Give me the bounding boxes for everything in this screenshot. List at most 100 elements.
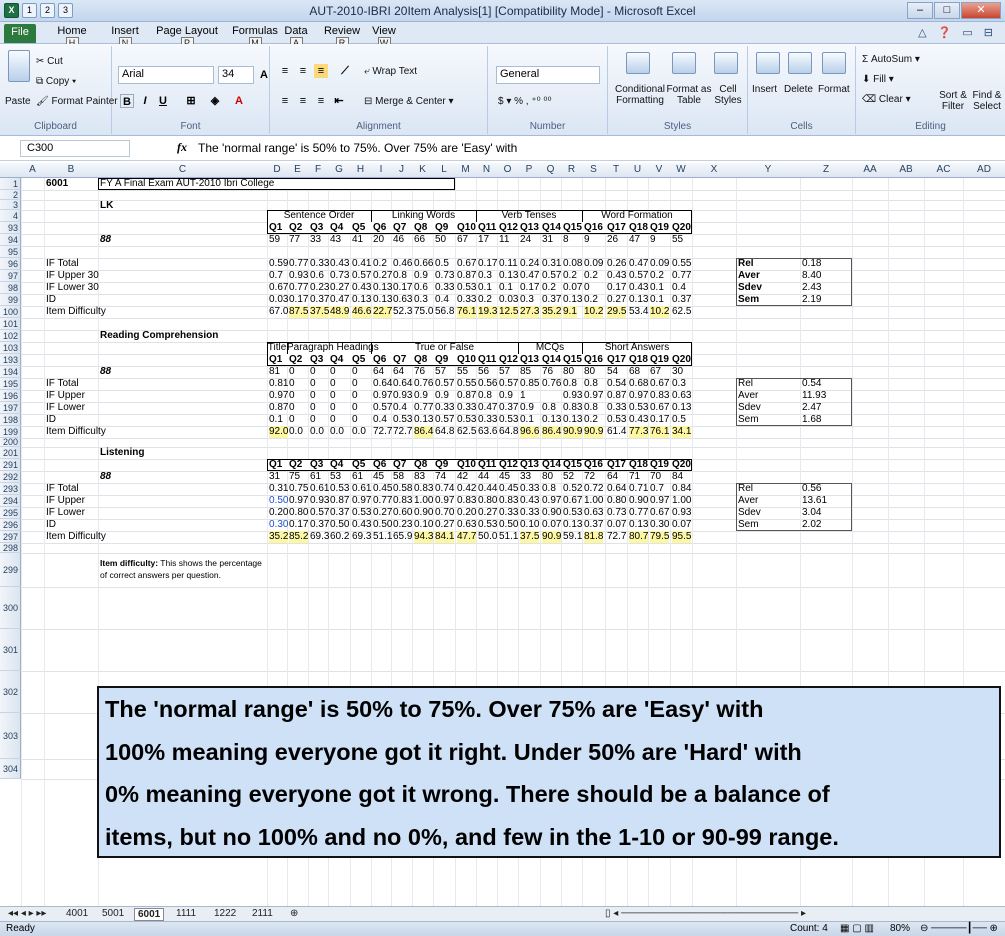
if-lower-value[interactable]: 0.93 (672, 507, 691, 519)
if-total-value[interactable]: 0.67 (650, 378, 669, 390)
cell-styles-button[interactable]: Cell Styles (712, 84, 744, 106)
difficulty-value[interactable]: 9.1 (563, 306, 577, 318)
group-header[interactable]: True or False (371, 342, 518, 354)
if-upper-value[interactable]: 0.77 (373, 495, 392, 507)
difficulty-value[interactable]: 84.1 (435, 531, 455, 543)
sheet-tab-1111[interactable]: 1111 (176, 908, 196, 919)
correct-count[interactable]: 59 (269, 234, 280, 246)
difficulty-value[interactable]: 67.0 (269, 306, 288, 318)
correct-count[interactable]: 0 (330, 366, 336, 378)
id-value[interactable]: 0.17 (289, 519, 308, 531)
id-value[interactable]: 0.10 (414, 519, 433, 531)
if-lower-value[interactable]: 0.83 (563, 402, 582, 414)
row-header[interactable]: 300 (0, 587, 21, 629)
row-label[interactable]: IF Upper (46, 390, 85, 402)
merge-center-button[interactable]: ⊟ Merge & Center ▾ (364, 96, 454, 107)
if-lower-value[interactable]: 0.6 (414, 282, 428, 294)
question-header[interactable]: Q7 (393, 354, 406, 366)
correct-count[interactable]: 47 (629, 234, 640, 246)
row-header[interactable]: 295 (0, 507, 21, 519)
correct-count[interactable]: 0 (289, 366, 295, 378)
row-header[interactable]: 197 (0, 402, 21, 414)
if-lower-value[interactable]: 0 (310, 402, 316, 414)
difficulty-value[interactable]: 27.3 (520, 306, 540, 318)
id-value[interactable]: 0.13 (563, 519, 582, 531)
if-lower-value[interactable]: 0.17 (393, 282, 412, 294)
difficulty-value[interactable]: 22.7 (373, 306, 393, 318)
difficulty-value[interactable]: 63.6 (478, 426, 497, 438)
difficulty-value[interactable]: 10.2 (650, 306, 670, 318)
font-color-icon[interactable]: A (232, 94, 246, 108)
if-total-value[interactable]: 0.57 (499, 378, 518, 390)
maximize-icon[interactable]: □ (934, 2, 960, 19)
difficulty-value[interactable]: 90.9 (563, 426, 583, 438)
id-value[interactable]: 0.30 (269, 519, 288, 531)
question-header[interactable]: Q8 (414, 354, 427, 366)
question-header[interactable]: Q4 (330, 459, 343, 471)
if-upper-value[interactable]: 0.93 (289, 270, 308, 282)
question-header[interactable]: Q10 (457, 459, 476, 471)
if-upper-value[interactable]: 0.83 (499, 495, 518, 507)
column-header[interactable]: Z (800, 164, 852, 175)
if-lower-value[interactable]: 0.80 (289, 507, 308, 519)
view-buttons[interactable]: ▦ ▢ ▥ (840, 923, 874, 934)
row-label[interactable]: ID (46, 414, 56, 426)
correct-count[interactable]: 75 (289, 471, 300, 483)
paste-icon[interactable] (8, 50, 30, 82)
worksheet-grid[interactable]: 1 2 3 4 93 94 95 96 97 98 99 100 101 102 103 193 194 195 1… (0, 178, 1005, 906)
difficulty-value[interactable]: 77.3 (629, 426, 649, 438)
if-upper-value[interactable]: 0.57 (629, 270, 648, 282)
id-value[interactable]: 0.17 (289, 294, 308, 306)
if-lower-value[interactable]: 0.13 (373, 282, 392, 294)
column-header[interactable]: V (648, 164, 670, 175)
question-header[interactable]: Q9 (435, 459, 448, 471)
correct-count[interactable]: 67 (650, 366, 661, 378)
question-header[interactable]: Q15 (563, 354, 582, 366)
format-table-icon[interactable] (672, 52, 696, 74)
correct-count[interactable]: 46 (393, 234, 404, 246)
correct-count[interactable]: 61 (352, 471, 363, 483)
if-lower-value[interactable]: 0.37 (499, 402, 518, 414)
zoom-level[interactable]: 80% (890, 923, 910, 934)
if-total-value[interactable]: 0 (352, 378, 358, 390)
if-upper-value[interactable]: 0.87 (607, 390, 626, 402)
conditional-formatting-icon[interactable] (626, 52, 650, 74)
correct-count[interactable]: 80 (563, 366, 574, 378)
question-header[interactable]: Q2 (289, 222, 302, 234)
if-upper-value[interactable]: 0.97 (629, 390, 648, 402)
if-upper-value[interactable]: 0.97 (584, 390, 603, 402)
id-value[interactable]: 0.27 (435, 519, 454, 531)
difficulty-value[interactable]: 64.8 (435, 426, 454, 438)
cut-button[interactable]: ✂ Cut (36, 56, 63, 67)
row-header[interactable]: 1 (0, 178, 21, 190)
if-upper-value[interactable]: 0.90 (629, 495, 648, 507)
if-upper-value[interactable]: 0.97 (289, 495, 308, 507)
difficulty-value[interactable]: 64.8 (499, 426, 518, 438)
if-lower-value[interactable]: 0.27 (330, 282, 349, 294)
column-header[interactable]: F (308, 164, 328, 175)
difficulty-value[interactable]: 35.2 (269, 531, 289, 543)
if-total-value[interactable]: 0.75 (289, 483, 308, 495)
if-upper-value[interactable]: 0.8 (393, 270, 407, 282)
correct-count[interactable]: 54 (607, 366, 618, 378)
if-lower-value[interactable]: 0.77 (629, 507, 648, 519)
formula-input[interactable]: The 'normal range' is 50% to 75%. Over 7… (198, 141, 517, 155)
row-header[interactable]: 294 (0, 495, 21, 507)
question-header[interactable]: Q12 (499, 354, 518, 366)
if-total-value[interactable]: 0.56 (478, 378, 497, 390)
id-value[interactable]: 0.53 (393, 414, 412, 426)
column-header[interactable]: E (287, 164, 308, 175)
if-upper-value[interactable]: 0.13 (499, 270, 518, 282)
column-header[interactable]: AD (963, 164, 1005, 175)
if-lower-value[interactable]: 0.53 (563, 507, 582, 519)
if-lower-value[interactable]: 0.1 (650, 282, 664, 294)
question-header[interactable]: Q3 (310, 354, 323, 366)
difficulty-value[interactable]: 52.3 (393, 306, 412, 318)
id-value[interactable]: 0.33 (457, 294, 476, 306)
if-lower-value[interactable]: 0.20 (457, 507, 476, 519)
if-total-value[interactable]: 0.11 (499, 258, 518, 270)
difficulty-value[interactable]: 53.4 (629, 306, 648, 318)
difficulty-value[interactable]: 61.4 (607, 426, 626, 438)
name-box[interactable]: C300 (20, 140, 130, 157)
insert-cells-icon[interactable] (756, 52, 780, 74)
